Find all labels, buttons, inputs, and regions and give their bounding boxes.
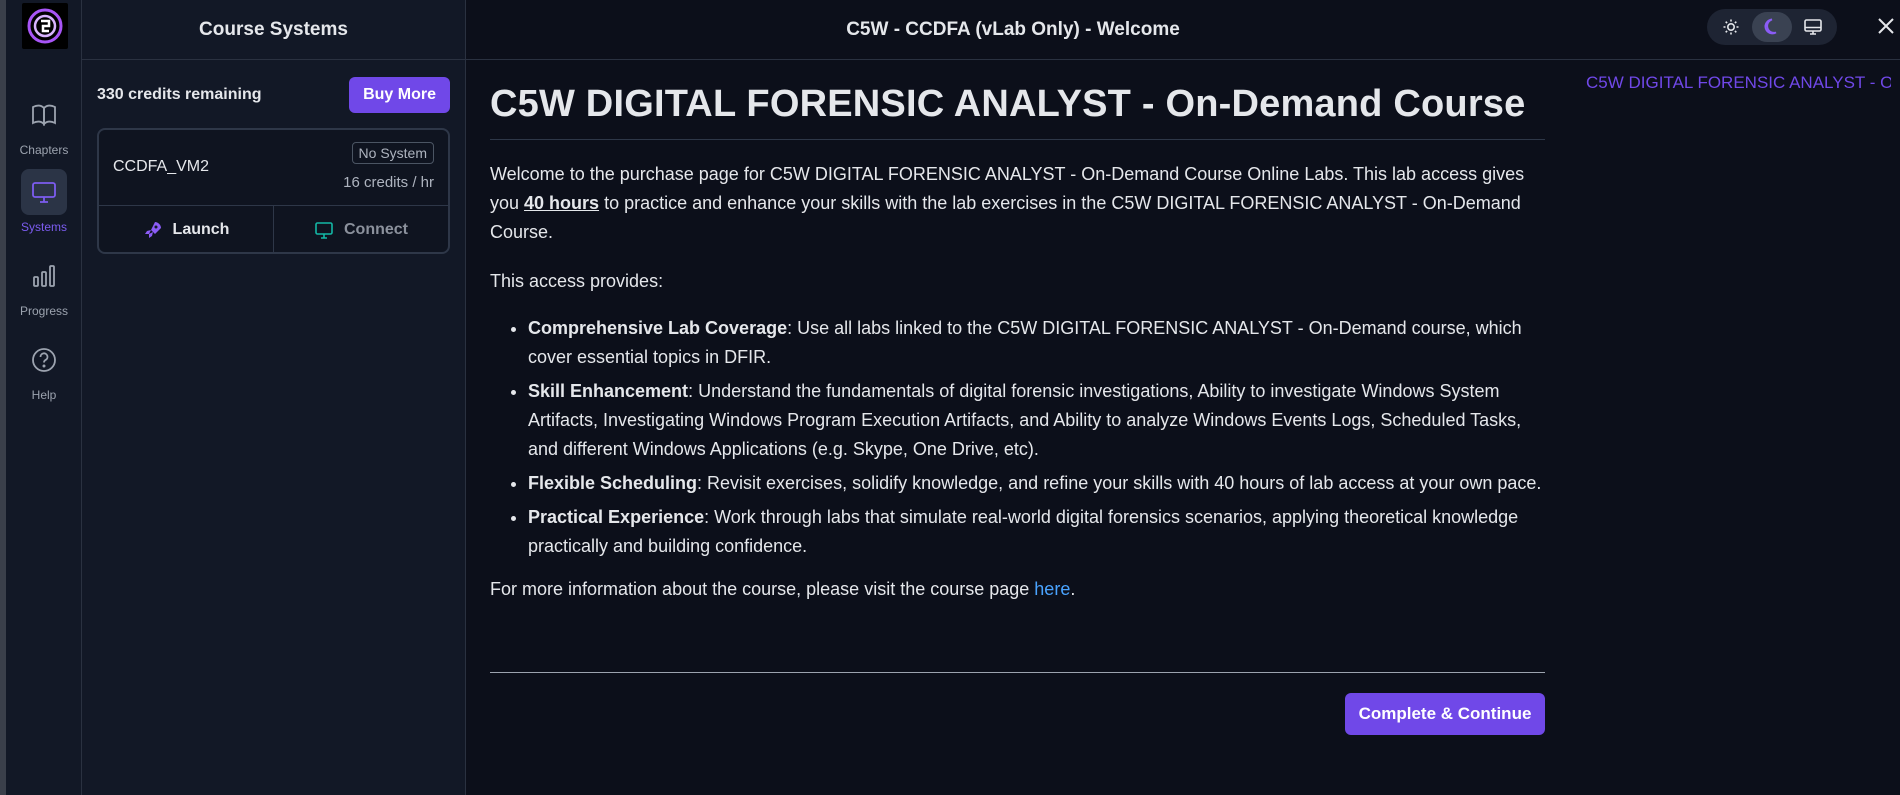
course-page-link[interactable]: here — [1034, 579, 1070, 599]
system-card: CCDFA_VM2 No System 16 credits / hr Laun… — [97, 128, 450, 254]
system-actions: Launch Connect — [99, 206, 448, 252]
bullet-title: Comprehensive Lab Coverage — [528, 318, 788, 338]
bar-chart-icon — [21, 253, 67, 299]
rail-label-chapters: Chapters — [19, 143, 69, 157]
launch-button[interactable]: Launch — [99, 206, 273, 252]
close-icon — [1878, 18, 1894, 34]
system-card-info: CCDFA_VM2 No System 16 credits / hr — [99, 130, 448, 206]
status-badge: No System — [351, 142, 434, 164]
more-info-period: . — [1070, 579, 1076, 599]
theme-toggle-group — [1707, 9, 1837, 45]
panel-title: Course Systems — [82, 0, 465, 60]
intro-paragraph: Welcome to the purchase page for C5W DIG… — [490, 160, 1545, 247]
app-logo[interactable] — [22, 3, 68, 49]
buy-more-button[interactable]: Buy More — [349, 77, 450, 113]
page-title: C5W - CCDFA (vLab Only) - Welcome — [846, 19, 1180, 40]
more-info-text: For more information about the course, p… — [490, 579, 1035, 599]
list-item: Flexible Scheduling: Revisit exercises, … — [528, 469, 1545, 498]
rail-label-progress: Progress — [19, 304, 69, 318]
system-name: CCDFA_VM2 — [113, 158, 210, 175]
light-mode-button[interactable] — [1711, 12, 1751, 42]
credits-row: 330 credits remaining Buy More — [97, 76, 450, 114]
sun-icon — [1723, 19, 1739, 35]
rail-item-chapters[interactable]: Chapters — [6, 92, 82, 157]
list-item: Comprehensive Lab Coverage: Use all labs… — [528, 314, 1545, 372]
connect-label: Connect — [344, 221, 408, 238]
rail-item-progress[interactable]: Progress — [6, 253, 82, 318]
left-rail: Chapters Systems Progress Help — [0, 0, 82, 795]
list-item: Skill Enhancement: Understand the fundam… — [528, 377, 1545, 464]
launch-label: Launch — [172, 221, 230, 238]
provides-text: This access provides: — [490, 271, 664, 291]
more-info-paragraph: For more information about the course, p… — [490, 575, 1545, 604]
connect-button[interactable]: Connect — [273, 206, 448, 252]
help-circle-icon — [21, 337, 67, 383]
bullet-title: Flexible Scheduling — [528, 473, 698, 493]
hours-highlight: 40 hours — [524, 193, 600, 213]
main-content: C5W DIGITAL FORENSIC ANALYST - On-Demand… — [490, 60, 1545, 604]
content-heading: C5W DIGITAL FORENSIC ANALYST - On-Demand… — [490, 83, 1545, 140]
moon-icon — [1764, 18, 1777, 35]
rail-item-help[interactable]: Help — [6, 337, 82, 402]
rail-item-systems[interactable]: Systems — [6, 169, 82, 234]
close-button[interactable] — [1874, 14, 1898, 38]
list-item: Practical Experience: Work through labs … — [528, 503, 1545, 561]
desktop-icon — [1803, 19, 1822, 35]
credits-remaining: 330 credits remaining — [97, 86, 262, 103]
benefits-list: Comprehensive Lab Coverage: Use all labs… — [490, 314, 1545, 561]
bullet-title: Practical Experience — [528, 507, 705, 527]
bullet-title: Skill Enhancement — [528, 381, 689, 401]
system-mode-button[interactable] — [1793, 12, 1833, 42]
rail-label-help: Help — [31, 388, 57, 402]
dark-mode-button[interactable] — [1751, 12, 1792, 42]
top-bar: C5W - CCDFA (vLab Only) - Welcome — [466, 0, 1900, 60]
logo-icon — [27, 8, 63, 44]
toc-link[interactable]: C5W DIGITAL FORENSIC ANALYST - On... — [1586, 73, 1891, 93]
monitor-icon — [315, 222, 333, 239]
book-icon — [21, 92, 67, 138]
bullet-text: : Revisit exercises, solidify knowledge,… — [697, 473, 1542, 493]
credit-rate: 16 credits / hr — [343, 174, 434, 191]
rocket-icon — [144, 222, 161, 238]
systems-panel: Course Systems 330 credits remaining Buy… — [82, 0, 466, 795]
complete-continue-button[interactable]: Complete & Continue — [1345, 693, 1545, 735]
content-divider — [490, 672, 1545, 673]
rail-label-systems: Systems — [20, 220, 67, 234]
intro-text-rest: to practice and enhance your skills with… — [490, 193, 1521, 242]
monitor-icon — [21, 169, 67, 215]
